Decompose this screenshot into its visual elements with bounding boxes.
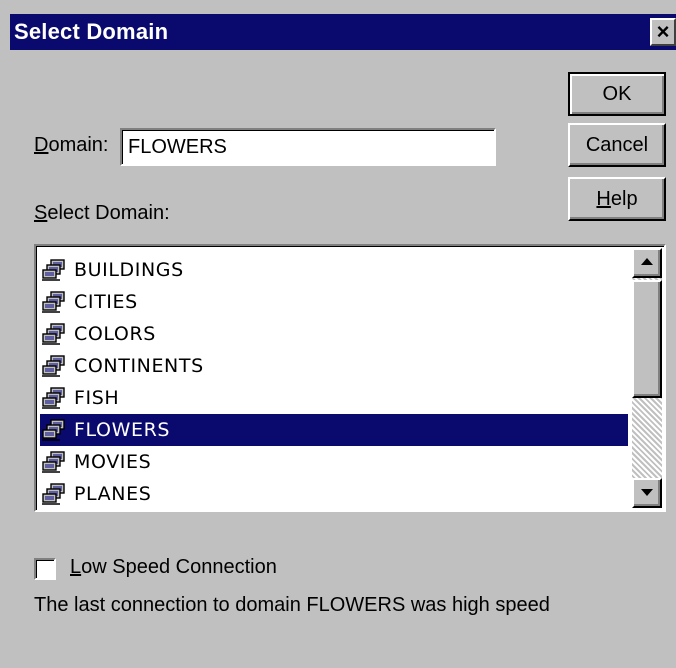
domain-list: BUILDINGS CITIES COLORS CONTINENTS FISH FLOWE… (40, 254, 628, 510)
help-mnemonic: H (596, 188, 611, 210)
domain-listbox[interactable]: BUILDINGS CITIES COLORS CONTINENTS FISH FLOWE… (34, 244, 666, 512)
list-item[interactable]: BUILDINGS (40, 254, 628, 286)
help-button[interactable]: Help (568, 177, 666, 221)
list-item-label: PLANES (74, 483, 152, 505)
low-speed-checkbox[interactable] (34, 558, 56, 580)
vertical-scrollbar[interactable] (632, 248, 662, 508)
network-computer-icon (42, 451, 70, 473)
network-computer-icon (42, 387, 70, 409)
network-computer-icon (42, 419, 70, 441)
list-item-label: CONTINENTS (74, 355, 204, 377)
help-label-rest: elp (610, 188, 638, 210)
list-item-label: FLOWERS (74, 419, 171, 441)
network-computer-icon (42, 323, 70, 345)
arrow-down-icon (641, 489, 653, 496)
domain-label: Domain: (34, 134, 108, 157)
title-bar[interactable]: Select Domain × (10, 14, 676, 50)
list-item[interactable]: PLANES (40, 478, 628, 510)
list-item[interactable]: FISH (40, 382, 628, 414)
cancel-button[interactable]: Cancel (568, 123, 666, 167)
network-computer-icon (42, 259, 70, 281)
list-item[interactable]: MOVIES (40, 446, 628, 478)
network-computer-icon (42, 355, 70, 377)
close-icon: × (656, 19, 670, 44)
select-label-rest: elect Domain: (47, 202, 170, 224)
list-item[interactable]: COLORS (40, 318, 628, 350)
list-item[interactable]: FLOWERS (40, 414, 628, 446)
select-label-mnemonic: S (34, 202, 48, 224)
list-item[interactable]: CITIES (40, 286, 628, 318)
list-item-label: FISH (74, 387, 120, 409)
list-item-label: MOVIES (74, 451, 152, 473)
scroll-down-button[interactable] (632, 478, 662, 508)
network-computer-icon (42, 291, 70, 313)
domain-label-mnemonic: D (34, 134, 49, 156)
arrow-up-icon (641, 258, 653, 265)
domain-input[interactable]: FLOWERS (120, 128, 496, 166)
low-speed-label[interactable]: Low Speed Connection (70, 556, 277, 579)
connection-status-text: The last connection to domain FLOWERS wa… (34, 594, 550, 616)
scroll-thumb[interactable] (632, 280, 662, 398)
select-domain-label: Select Domain: (34, 202, 170, 225)
low-speed-mnemonic: L (70, 556, 82, 578)
low-speed-label-rest: ow Speed Connection (81, 556, 277, 578)
list-item-label: COLORS (74, 323, 156, 345)
list-item-label: BUILDINGS (74, 259, 184, 281)
dialog-title: Select Domain (14, 19, 169, 44)
network-computer-icon (42, 483, 70, 505)
domain-label-rest: omain: (48, 134, 109, 156)
ok-button[interactable]: OK (568, 72, 666, 116)
list-item[interactable]: CONTINENTS (40, 350, 628, 382)
list-item-label: CITIES (74, 291, 138, 313)
close-button[interactable]: × (650, 18, 676, 46)
scroll-up-button[interactable] (632, 248, 662, 278)
